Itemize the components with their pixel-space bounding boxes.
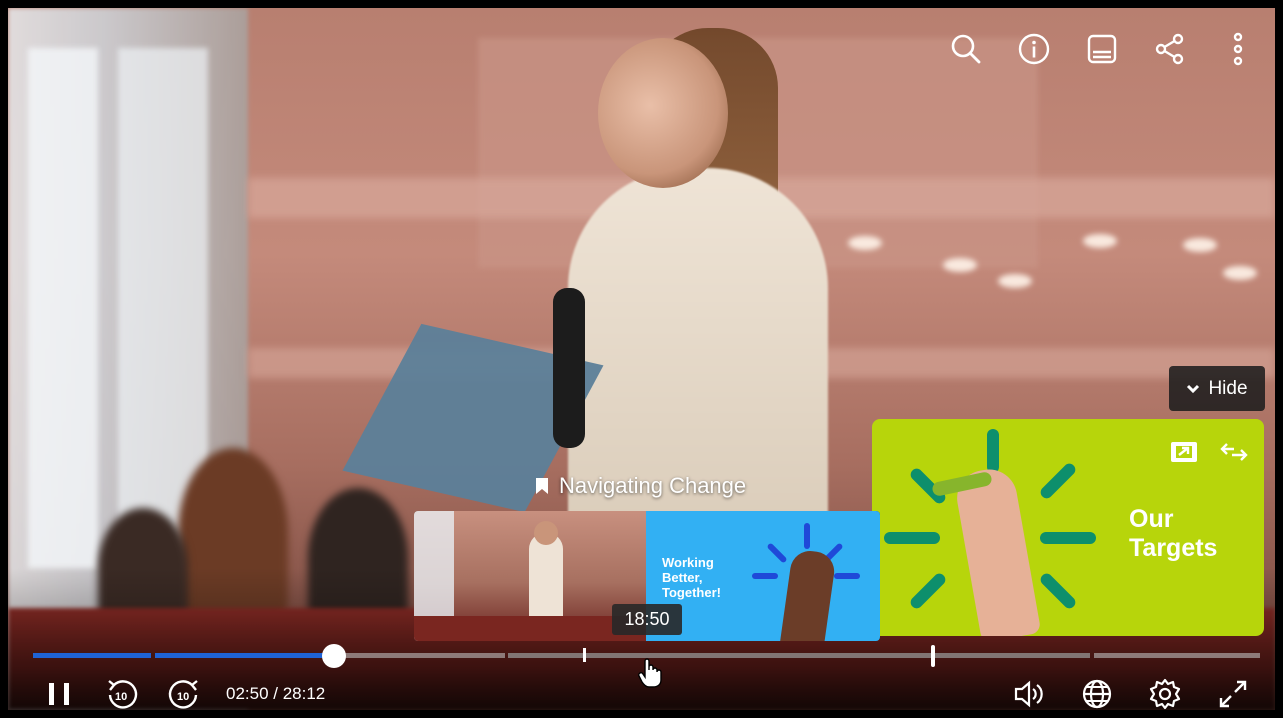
hover-position-indicator — [583, 648, 586, 662]
pop-out-button[interactable] — [1168, 437, 1200, 467]
volume-button[interactable] — [1009, 674, 1049, 714]
swap-arrows-icon — [1220, 443, 1248, 461]
background-window — [28, 48, 98, 568]
top-toolbar — [945, 28, 1259, 70]
globe-icon — [1082, 679, 1112, 709]
settings-controls — [1009, 674, 1253, 714]
slide-panel-actions — [1168, 437, 1250, 467]
played-segment — [33, 653, 151, 658]
ceiling-light — [848, 236, 882, 250]
share-icon — [1155, 33, 1184, 65]
hide-label: Hide — [1208, 377, 1248, 399]
played-segment — [155, 653, 333, 658]
forward-10-icon: 10 — [168, 680, 198, 709]
settings-button[interactable] — [1145, 674, 1185, 714]
presenter-head — [598, 38, 728, 188]
slide-ray — [884, 532, 940, 544]
gear-icon — [1149, 678, 1181, 710]
ceiling-light — [1183, 238, 1217, 252]
forward-10-button[interactable]: 10 — [164, 674, 204, 714]
chevron-down-icon — [1187, 384, 1200, 393]
rewind-10-button[interactable]: 10 — [102, 674, 142, 714]
more-options-button[interactable] — [1217, 28, 1259, 70]
chapter-title: Navigating Change — [535, 473, 746, 499]
search-button[interactable] — [945, 28, 987, 70]
pop-out-icon — [1171, 442, 1197, 462]
pause-button[interactable] — [40, 674, 80, 714]
playback-controls: 10 10 02:50 / 28:12 — [40, 674, 325, 714]
microphone — [553, 288, 585, 448]
preview-time: 18:50 — [612, 604, 682, 635]
language-button[interactable] — [1077, 674, 1117, 714]
slide-ray — [1038, 571, 1078, 611]
info-icon — [1018, 33, 1050, 65]
volume-icon — [1014, 680, 1043, 708]
transcript-icon — [1087, 34, 1117, 64]
preview-slide-text: Working Better, Together! — [662, 555, 721, 600]
slide-panel[interactable]: Our Targets — [872, 419, 1264, 636]
progress-marker[interactable] — [931, 645, 935, 667]
more-vertical-icon — [1233, 32, 1243, 66]
svg-text:10: 10 — [177, 691, 189, 703]
chapter-segment[interactable] — [1094, 653, 1260, 658]
share-button[interactable] — [1149, 28, 1191, 70]
swap-button[interactable] — [1218, 437, 1250, 467]
chapter-segment-hover[interactable] — [508, 653, 1090, 658]
hand-cursor-icon — [638, 658, 662, 688]
slide-title: Our Targets — [1129, 505, 1218, 562]
hide-panel-button[interactable]: Hide — [1169, 366, 1265, 411]
slide-ray — [987, 429, 999, 473]
expand-icon — [1219, 680, 1247, 708]
svg-text:10: 10 — [115, 691, 127, 703]
slide-ray — [1038, 461, 1078, 501]
presenter — [568, 168, 828, 568]
info-button[interactable] — [1013, 28, 1055, 70]
transcript-button[interactable] — [1081, 28, 1123, 70]
ceiling-light — [1083, 234, 1117, 248]
bookmark-icon — [536, 478, 548, 494]
search-icon — [951, 34, 981, 64]
fullscreen-button[interactable] — [1213, 674, 1253, 714]
scrubber-handle[interactable] — [322, 644, 346, 668]
time-display: 02:50 / 28:12 — [226, 684, 326, 703]
ceiling-light — [998, 274, 1032, 288]
hand-with-dart — [952, 465, 1042, 636]
ceiling-light — [943, 258, 977, 272]
pause-icon — [49, 683, 69, 705]
ceiling-light — [1223, 266, 1257, 280]
rewind-10-icon: 10 — [108, 680, 138, 709]
chapter-segment[interactable] — [333, 653, 505, 658]
slide-ray — [908, 571, 948, 611]
slide-ray — [1040, 532, 1096, 544]
